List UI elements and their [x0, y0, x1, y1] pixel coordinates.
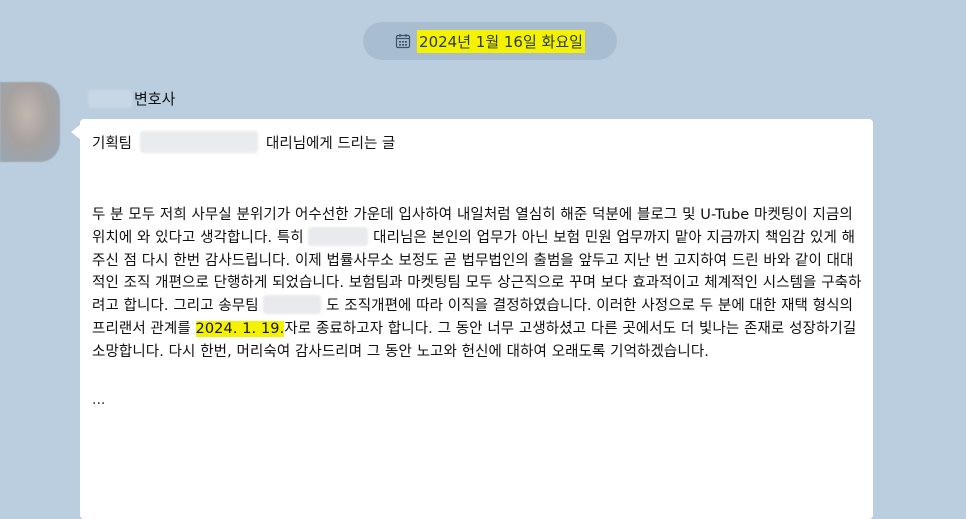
- avatar[interactable]: [0, 82, 60, 162]
- redacted-name: [263, 295, 322, 315]
- sender-title: 변호사: [134, 90, 176, 108]
- calendar-icon: [395, 33, 411, 49]
- redacted-name: [308, 226, 369, 246]
- greeting-prefix: 기획팀: [92, 135, 133, 152]
- date-divider: 2024년 1월 16일 화요일: [363, 22, 617, 60]
- sender-name[interactable]: 변호사: [88, 88, 175, 109]
- message-content: 기획팀 대리님에게 드리는 글 두 분 모두 저희 사무실 분위기가 어수선한 …: [92, 130, 862, 408]
- highlighted-date: 2024. 1. 19.: [195, 320, 285, 337]
- redacted-name: [140, 131, 259, 153]
- ellipsis: ...: [92, 391, 106, 408]
- message-body: 두 분 모두 저희 사무실 분위기가 어수선한 가운데 입사하여 내일처럼 열심…: [92, 204, 862, 364]
- greeting-suffix: 대리님에게 드리는 글: [266, 135, 396, 152]
- redacted-name: [88, 89, 132, 108]
- date-text: 2024년 1월 16일 화요일: [417, 29, 585, 53]
- message-greeting: 기획팀 대리님에게 드리는 글: [92, 130, 862, 154]
